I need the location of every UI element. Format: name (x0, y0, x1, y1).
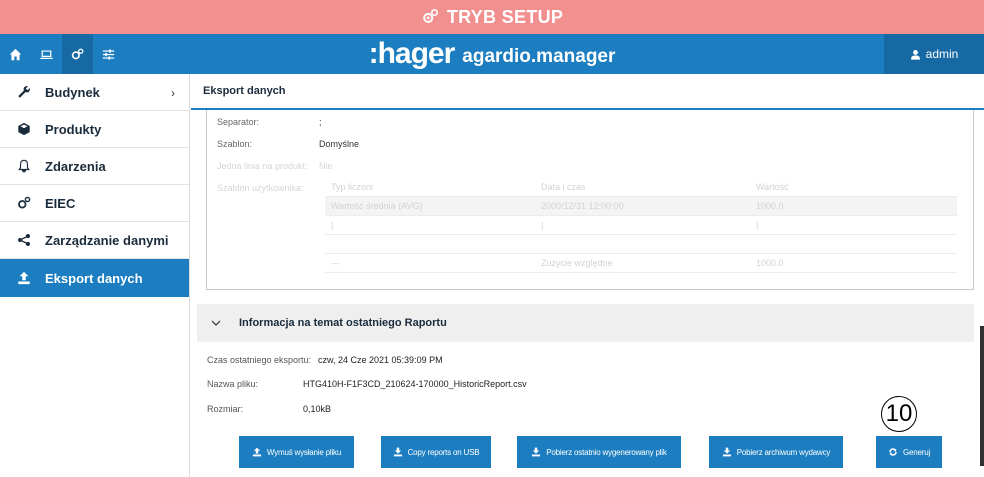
hager-logo: :hager (368, 37, 456, 70)
share-icon (16, 232, 32, 248)
app-name: agardio.manager (462, 45, 616, 67)
upload-icon (252, 447, 261, 457)
user-icon (910, 49, 920, 60)
column-header: Data i czas (541, 182, 586, 192)
table-row: Wartość średnia (AVG) 2000/12/31 12:00:0… (325, 197, 957, 216)
table-row: — Zużycie względne 1000.0 (325, 254, 957, 273)
sidebar-item-label: Zarządzanie danymi (45, 232, 169, 248)
user-menu[interactable]: admin (884, 34, 984, 74)
separator-label: Separator: (217, 117, 260, 127)
button-label: Copy reports on USB (407, 447, 480, 457)
export-config-panel: Separator: ; Szablon: Domyślne Jedna lin… (206, 110, 974, 290)
monitor-icon (40, 49, 53, 59)
sidebar-item-zarzadzanie-danymi[interactable]: Zarządzanie danymi (0, 222, 189, 259)
user-template-table: Typ liczoni Data i czas Wartość Wartość … (325, 178, 957, 273)
copy-usb-button[interactable]: Copy reports on USB (381, 436, 491, 468)
setup-mode-banner: TRYB SETUP (0, 0, 984, 34)
sidebar-item-label: Zdarzenia (45, 158, 106, 174)
table-cell: | (541, 220, 544, 230)
force-send-button[interactable]: Wymuś wysłanie pliku (239, 436, 354, 468)
home-icon (9, 48, 22, 60)
gears-icon (422, 8, 438, 23)
generate-button[interactable]: Generuj (876, 436, 942, 468)
separator-value[interactable]: ; (319, 117, 322, 127)
setup-mode-title: TRYB SETUP (446, 6, 564, 27)
table-cell: Zużycie względne (541, 258, 613, 268)
sidebar-item-label: Budynek (45, 84, 100, 100)
table-cell: 1000.0 (756, 201, 784, 211)
user-template-label: Szablon użytkownika: (217, 183, 304, 193)
sliders-button[interactable] (93, 34, 124, 74)
table-cell: 2000/12/31 12:00:00 (541, 201, 624, 211)
sidebar-item-budynek[interactable]: Budynek › (0, 74, 189, 111)
sidebar-item-zdarzenia[interactable]: Zdarzenia (0, 148, 189, 185)
table-cell: | (331, 220, 334, 230)
download-last-button[interactable]: Pobierz ostatnio wygenerowany plik (517, 436, 681, 468)
sidebar-item-label: EIEC (45, 195, 76, 211)
download-icon (532, 447, 541, 457)
last-report-info-toggle[interactable]: Informacja na temat ostatniego Raportu (197, 304, 974, 342)
chevron-right-icon: › (171, 86, 175, 100)
gears-icon (71, 48, 84, 59)
monitor-button[interactable] (31, 34, 62, 74)
button-label: Pobierz archiwum wydawcy (736, 447, 831, 457)
last-report-info-title: Informacja na temat ostatniego Raportu (239, 317, 447, 329)
download-icon (393, 447, 402, 457)
file-size-label: Rozmiar: (207, 404, 244, 414)
sidebar-item-eiec[interactable]: EIEC (0, 185, 189, 222)
table-row (325, 235, 957, 254)
main-content: Eksport danych Separator: ; Szablon: Dom… (191, 74, 984, 477)
button-label: Generuj (902, 447, 931, 457)
column-header: Typ liczoni (331, 182, 374, 192)
button-label: Pobierz ostatnio wygenerowany plik (546, 447, 667, 457)
table-header-row: Typ liczoni Data i czas Wartość (325, 178, 957, 197)
template-value[interactable]: Domyślne (319, 139, 359, 149)
gears-icon (16, 195, 32, 211)
file-name-label: Nazwa pliku: (207, 379, 259, 389)
user-name: admin (925, 47, 959, 61)
brand-logo: :hager agardio.manager (0, 34, 984, 74)
one-line-label: Jedna linia na produkt: (217, 161, 308, 171)
table-cell: — (331, 258, 340, 268)
sidebar: Budynek › Produkty Zdarzenia EIEC Zarząd… (0, 74, 190, 477)
bell-icon (16, 158, 32, 174)
file-size-value: 0,10kB (303, 404, 332, 414)
download-archive-button[interactable]: Pobierz archiwum wydawcy (709, 436, 843, 468)
table-cell: Wartość średnia (AVG) (331, 201, 423, 211)
sidebar-item-eksport-danych[interactable]: Eksport danych (0, 259, 189, 297)
one-line-value: Nie (319, 161, 333, 171)
wrench-icon (16, 84, 32, 100)
refresh-icon (889, 448, 897, 456)
chevron-down-icon (211, 318, 221, 328)
sidebar-item-label: Produkty (45, 121, 102, 137)
last-export-label: Czas ostatniego eksportu: (207, 355, 312, 365)
callout-marker: 10 (881, 396, 917, 432)
file-name-value: HTG410H-F1F3CD_210624-170000_HistoricRep… (303, 379, 527, 389)
template-label: Szablon: (217, 139, 253, 149)
cube-icon (16, 121, 32, 137)
download-icon (722, 447, 731, 457)
page-title: Eksport danych (191, 74, 984, 110)
sliders-icon (102, 48, 115, 60)
sidebar-item-label: Eksport danych (45, 270, 143, 286)
sidebar-item-produkty[interactable]: Produkty (0, 111, 189, 148)
scrollbar[interactable] (980, 326, 984, 466)
last-export-value: czw, 24 Cze 2021 05:39:09 PM (318, 355, 443, 365)
table-cell: 1000.0 (756, 258, 784, 268)
settings-button[interactable] (62, 34, 93, 74)
table-cell: | (756, 220, 759, 230)
home-button[interactable] (0, 34, 31, 74)
table-row: | | | (325, 216, 957, 235)
top-navigation: :hager agardio.manager admin (0, 34, 984, 74)
upload-icon (16, 270, 32, 286)
button-label: Wymuś wysłanie pliku (266, 447, 342, 457)
column-header: Wartość (756, 182, 789, 192)
